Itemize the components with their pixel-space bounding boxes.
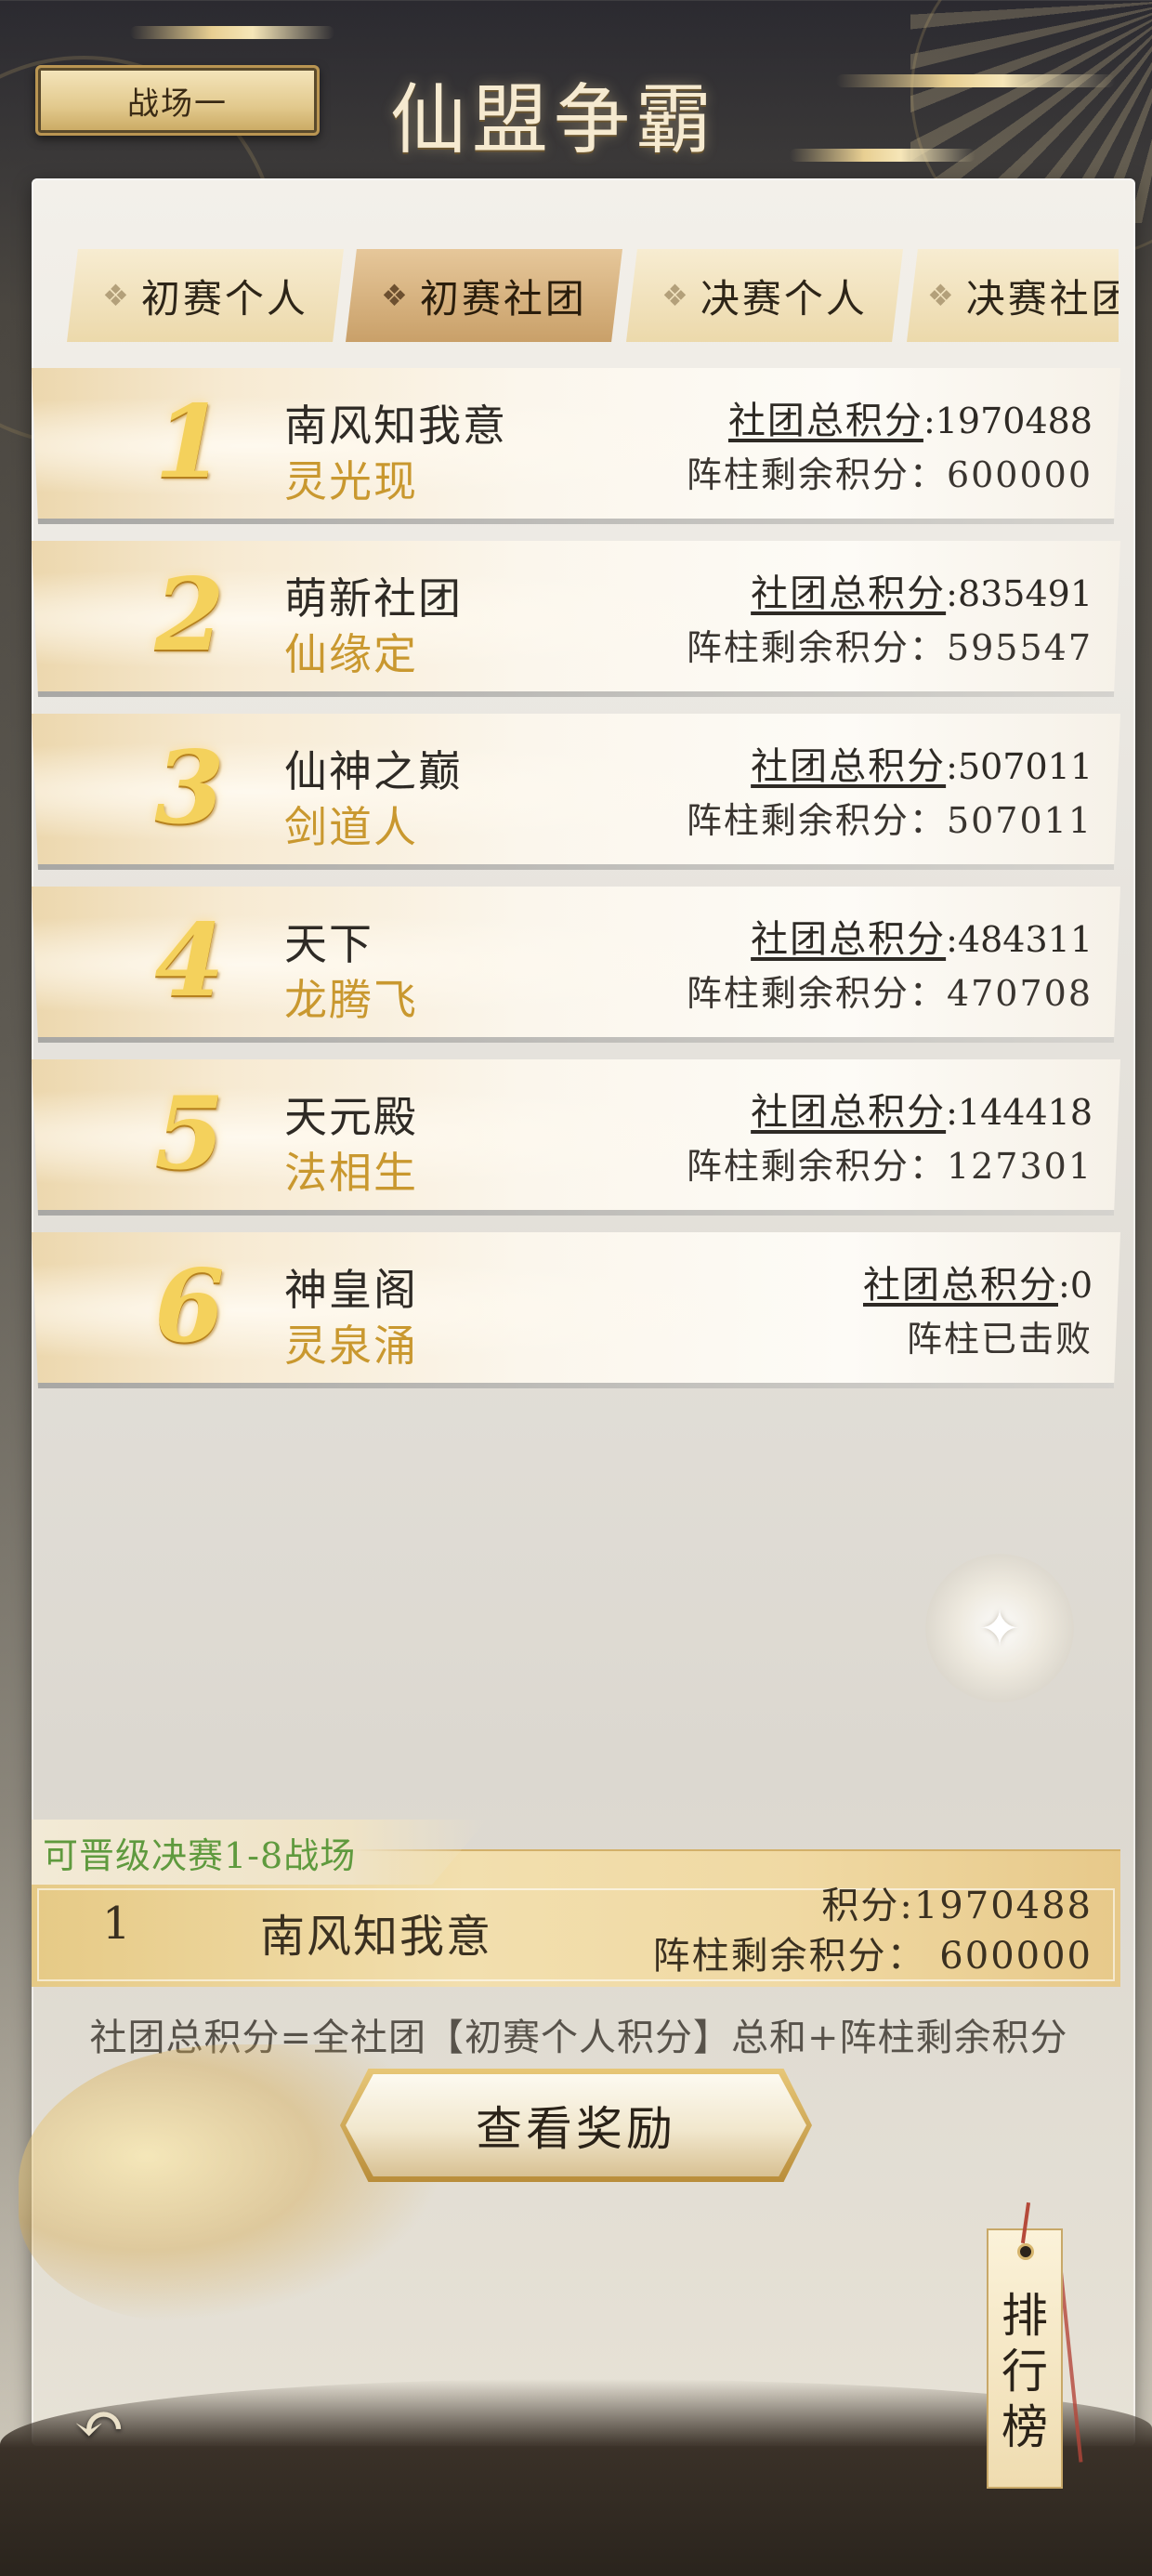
pillar-label: 阵柱剩余积分： (686, 800, 947, 841)
score-label: 社团总积分 (751, 745, 947, 788)
leader-name: 龙腾飞 (284, 975, 418, 1025)
diamond-icon: ❖ (927, 278, 957, 313)
score-value: 1970488 (935, 401, 1093, 441)
club-total-score: 社团总积分:1970488 (727, 400, 1093, 442)
club-name: 南风知我意 (284, 401, 507, 451)
club-total-score: 社团总积分:0 (863, 1264, 1093, 1307)
tab-final-club[interactable]: ❖ 决赛社团 (907, 249, 1119, 342)
rank-number: 3 (154, 729, 225, 847)
pillar-label: 阵柱剩余积分： (686, 627, 947, 668)
tab-prelim-individual[interactable]: ❖ 初赛个人 (67, 249, 344, 342)
leaderboard-tag-button[interactable]: 排 行 榜 (987, 2201, 1063, 2489)
club-name: 天下 (284, 919, 373, 969)
tag-char: 行 (1001, 2345, 1048, 2399)
back-arrow-icon[interactable]: ↶ (58, 2386, 141, 2461)
leader-name: 仙缘定 (284, 629, 418, 679)
club-total-score: 社团总积分:144418 (751, 1091, 1093, 1134)
pillar-value: 470708 (946, 973, 1093, 1014)
gold-cloud (130, 26, 334, 39)
pillar-remaining-score: 阵柱剩余积分：127301 (687, 1137, 1093, 1189)
pillar-remaining-score: 阵柱剩余积分：600000 (687, 446, 1093, 497)
leader-name: 法相生 (284, 1148, 418, 1198)
qualify-tag: 可晋级决赛1-8战场 (32, 1820, 487, 1885)
pillar-value: 595547 (946, 627, 1093, 668)
score-label: 社团总积分 (727, 400, 923, 442)
my-club-score: 积分:1970488 (821, 1885, 1093, 1927)
leader-name: 灵泉涌 (284, 1321, 418, 1371)
gold-cloud (836, 74, 1115, 87)
diamond-icon: ❖ (661, 278, 691, 313)
pillar-remaining-score: 阵柱剩余积分：595547 (687, 619, 1093, 670)
bottom-wave-decoration (0, 2379, 1152, 2576)
score-label: 社团总积分 (751, 1091, 947, 1134)
ranking-row[interactable]: 4 天下 龙腾飞 社团总积分:484311 阵柱剩余积分：470708 (32, 887, 1120, 1043)
pillar-value: 600000 (946, 454, 1093, 495)
pillar-value: 507011 (946, 800, 1093, 841)
diamond-icon: ❖ (381, 278, 411, 313)
ranking-row[interactable]: 6 神皇阁 灵泉涌 社团总积分:0 阵柱已击败 (32, 1232, 1120, 1388)
diamond-icon: ❖ (102, 278, 132, 313)
ranking-row[interactable]: 1 南风知我意 灵光现 社团总积分:1970488 阵柱剩余积分：600000 (32, 368, 1120, 524)
my-club-pillar: 阵柱剩余积分： 600000 (652, 1935, 1093, 1978)
club-name: 天元殿 (284, 1092, 418, 1142)
rank-number: 5 (154, 1075, 225, 1192)
gold-cloud (790, 149, 975, 162)
my-club-name: 南风知我意 (260, 1911, 493, 1963)
ranking-row[interactable]: 5 天元殿 法相生 社团总积分:144418 阵柱剩余积分：127301 (32, 1059, 1120, 1216)
club-name: 仙神之巅 (284, 746, 463, 796)
page-title: 仙盟争霸 (390, 75, 718, 164)
score-value: 0 (1069, 1265, 1093, 1306)
pillar-remaining-score: 阵柱剩余积分：507011 (687, 792, 1093, 843)
score-value: 484311 (957, 919, 1093, 960)
tag-hole (1017, 2243, 1034, 2260)
tab-label: 决赛个人 (700, 275, 868, 322)
leader-name: 剑道人 (284, 802, 418, 852)
tab-label: 初赛社团 (419, 275, 587, 322)
club-name: 萌新社团 (284, 573, 463, 624)
pillar-label: 阵柱剩余积分： (686, 1146, 947, 1187)
ranking-row[interactable]: 3 仙神之巅 剑道人 社团总积分:507011 阵柱剩余积分：507011 (32, 714, 1120, 870)
pillar-value: 127301 (946, 1146, 1093, 1187)
club-total-score: 社团总积分:835491 (751, 572, 1093, 615)
rank-number: 4 (154, 902, 225, 1019)
score-value: 144418 (957, 1092, 1093, 1133)
ranking-row[interactable]: 2 萌新社团 仙缘定 社团总积分:835491 阵柱剩余积分：595547 (32, 541, 1120, 697)
score-label: 社团总积分 (751, 572, 947, 615)
score-label: 社团总积分 (863, 1264, 1058, 1307)
pillar-label: 阵柱剩余积分： (686, 973, 947, 1014)
rank-number: 2 (154, 557, 225, 674)
score-value: 835491 (957, 573, 1093, 614)
tag-char: 排 (1001, 2289, 1048, 2343)
my-club-rank: 1 (102, 1898, 131, 1950)
score-value: 507011 (957, 746, 1093, 787)
pillar-label: 阵柱剩余积分： (686, 454, 947, 495)
view-reward-button[interactable]: 查看奖励 (346, 2074, 806, 2176)
score-label: 社团总积分 (751, 918, 947, 961)
club-name: 神皇阁 (284, 1265, 418, 1315)
tag-char: 榜 (1001, 2400, 1048, 2454)
club-total-score: 社团总积分:484311 (751, 918, 1093, 961)
tab-label: 初赛个人 (140, 275, 308, 322)
leader-name: 灵光现 (284, 456, 418, 506)
rank-number: 1 (154, 384, 225, 501)
tab-final-individual[interactable]: ❖ 决赛个人 (626, 249, 903, 342)
tab-label: 决赛社团 (965, 275, 1119, 322)
club-total-score: 社团总积分:507011 (751, 745, 1093, 788)
pillar-remaining-score: 阵柱剩余积分：470708 (687, 965, 1093, 1016)
tab-bar: ❖ 初赛个人 ❖ 初赛社团 ❖ 决赛个人 ❖ 决赛社团 (67, 249, 1119, 342)
pillar-status: 阵柱已击败 (906, 1319, 1093, 1360)
battlefield-plate[interactable]: 战场一 (35, 65, 320, 136)
tab-prelim-club[interactable]: ❖ 初赛社团 (346, 249, 622, 342)
rank-number: 6 (154, 1248, 225, 1365)
sparkle-seal-icon[interactable]: ✦ (925, 1554, 1074, 1702)
